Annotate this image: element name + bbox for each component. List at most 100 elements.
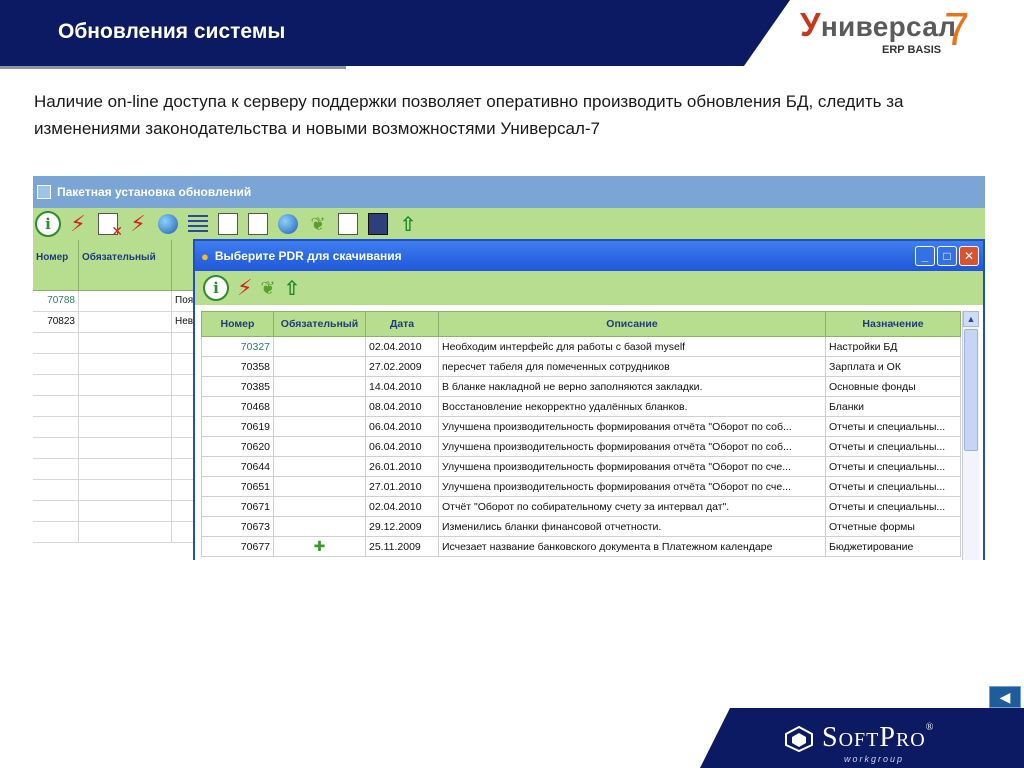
find-button[interactable]: [275, 211, 301, 237]
dialog-download-button[interactable]: ❦: [260, 278, 275, 299]
table-row[interactable]: 70823 Нев: [33, 312, 202, 333]
cell-purpose: Отчеты и специальны...: [825, 436, 961, 457]
info-button[interactable]: i: [35, 211, 61, 237]
cell-required[interactable]: [273, 476, 366, 497]
info-icon: i: [35, 211, 61, 237]
save-button[interactable]: [365, 211, 391, 237]
web-button[interactable]: [155, 211, 181, 237]
delete-document-icon: [98, 213, 123, 240]
minimize-button[interactable]: _: [915, 246, 935, 266]
cell-required[interactable]: [273, 436, 366, 457]
table-row[interactable]: 70788 Поя: [33, 291, 202, 312]
cell-required[interactable]: [273, 356, 366, 377]
header-underline: [0, 66, 346, 69]
brand-oft: OFT: [838, 729, 880, 751]
previous-slide-button[interactable]: ◀: [989, 686, 1021, 708]
table-row[interactable]: 70468 08.04.2010 Восстановление некорректн…: [201, 396, 961, 417]
cell-required[interactable]: [273, 416, 366, 437]
list-button[interactable]: [185, 211, 211, 237]
dialog-run-button[interactable]: ⚡: [237, 275, 252, 301]
upload-icon: ⇧: [399, 213, 417, 236]
cell-num: 70673: [201, 516, 274, 537]
softpro-wordmark: SOFTPRO®: [822, 722, 934, 754]
cell-purpose: Основные фонды: [825, 376, 961, 397]
cell-required[interactable]: [273, 336, 366, 357]
pages-button[interactable]: [335, 211, 361, 237]
cancel-run-button[interactable]: ⚡: [125, 211, 151, 237]
delete-button[interactable]: [95, 211, 123, 240]
copy-button[interactable]: [215, 211, 241, 237]
cell-required[interactable]: ✚: [273, 536, 366, 557]
cell-description: В бланке накладной не верно заполняются …: [438, 376, 826, 397]
run-button[interactable]: ⚡: [65, 211, 91, 237]
cell-date: 27.01.2010: [365, 476, 439, 497]
dialog-titlebar[interactable]: ● Выберите PDR для скачивания _ □ ✕: [195, 241, 983, 271]
col-num[interactable]: Номер: [201, 311, 274, 337]
table-row[interactable]: 70620 06.04.2010 Улучшена производительнос…: [201, 436, 961, 457]
brand-ro: RO: [895, 729, 926, 751]
list-icon: [188, 215, 208, 233]
save-icon: [368, 213, 388, 235]
cell-date: 06.04.2010: [365, 436, 439, 457]
cell-date: 06.04.2010: [365, 416, 439, 437]
download-button[interactable]: ❦: [305, 211, 331, 237]
empty-row: [33, 396, 202, 417]
cell-num: 70677: [201, 536, 274, 557]
dialog-upload-button[interactable]: ⇧: [284, 276, 301, 301]
scroll-up-button[interactable]: ▲: [963, 311, 979, 327]
pages-icon: [338, 213, 358, 235]
cell-purpose: Настройки БД: [825, 336, 961, 357]
cell-purpose: Бюджетирование: [825, 536, 961, 557]
scroll-thumb[interactable]: [964, 329, 978, 451]
cell-required[interactable]: [273, 396, 366, 417]
cell-date: 02.04.2010: [365, 336, 439, 357]
export-button[interactable]: [245, 211, 271, 237]
close-button[interactable]: ✕: [959, 246, 979, 266]
cell-description: Улучшена производительность формирования…: [438, 416, 826, 437]
table-row[interactable]: 70673 29.12.2009 Изменились бланки финансо…: [201, 516, 961, 537]
col-required[interactable]: Обязательный: [273, 311, 366, 337]
batch-col-num[interactable]: Номер: [33, 240, 79, 290]
footer-band: SOFTPRO® workgroup: [700, 708, 1024, 768]
table-row[interactable]: 70651 27.01.2010 Улучшена производительнос…: [201, 476, 961, 497]
table-row[interactable]: 70327 02.04.2010 Необходим интерфейс для р…: [201, 336, 961, 357]
cell-description: Восстановление некорректно удалённых бла…: [438, 396, 826, 417]
cell-num: 70651: [201, 476, 274, 497]
cell-purpose: Отчеты и специальны...: [825, 476, 961, 497]
maximize-button[interactable]: □: [937, 246, 957, 266]
cell-num: 70358: [201, 356, 274, 377]
col-description[interactable]: Описание: [438, 311, 826, 337]
registered-mark: ®: [925, 722, 935, 733]
copy-document-icon: [218, 213, 238, 235]
col-purpose[interactable]: Назначение: [825, 311, 961, 337]
vertical-scrollbar[interactable]: ▲: [962, 311, 979, 560]
pdr-grid: Номер Обязательный Дата Описание Назначе…: [201, 311, 961, 560]
dialog-toolbar: i ⚡ ❦ ⇧: [195, 271, 983, 305]
table-row[interactable]: 70677 ✚ 25.11.2009 Исчезает название банков…: [201, 536, 961, 557]
universal-logo: Универсал 7 ERP BASIS: [800, 3, 980, 62]
batch-window-title: Пакетная установка обновлений: [57, 185, 252, 199]
batch-window-titlebar[interactable]: Пакетная установка обновлений: [33, 176, 985, 208]
batch-col-required[interactable]: Обязательный: [79, 240, 172, 290]
empty-row: [33, 522, 202, 543]
pdr-download-dialog: ● Выберите PDR для скачивания _ □ ✕ i ⚡ …: [193, 239, 985, 560]
cell-required[interactable]: [273, 516, 366, 537]
table-row[interactable]: 70358 27.02.2009 пересчет табеля для помеч…: [201, 356, 961, 377]
dialog-info-button[interactable]: i: [203, 275, 229, 301]
logo-wordmark: Универсал: [800, 6, 956, 44]
cell-required[interactable]: [273, 456, 366, 477]
table-row[interactable]: 70671 02.04.2010 Отчёт "Оборот по собирате…: [201, 496, 961, 517]
export-document-icon: [248, 213, 268, 235]
cell-date: 27.02.2009: [365, 356, 439, 377]
batch-grid: Номер Обязательный 70788 Поя 70823 Нев: [33, 240, 202, 543]
cell-required[interactable]: [273, 376, 366, 397]
table-row[interactable]: 70619 06.04.2010 Улучшена производительнос…: [201, 416, 961, 437]
lightning-icon: ⚡: [70, 211, 86, 236]
cell-purpose: Отчетные формы: [825, 516, 961, 537]
cell-required[interactable]: [273, 496, 366, 517]
col-date[interactable]: Дата: [365, 311, 439, 337]
upload-button[interactable]: ⇧: [395, 211, 421, 237]
table-row[interactable]: 70385 14.04.2010 В бланке накладной не вер…: [201, 376, 961, 397]
table-row[interactable]: 70644 26.01.2010 Улучшена производительнос…: [201, 456, 961, 477]
cell-date: 14.04.2010: [365, 376, 439, 397]
